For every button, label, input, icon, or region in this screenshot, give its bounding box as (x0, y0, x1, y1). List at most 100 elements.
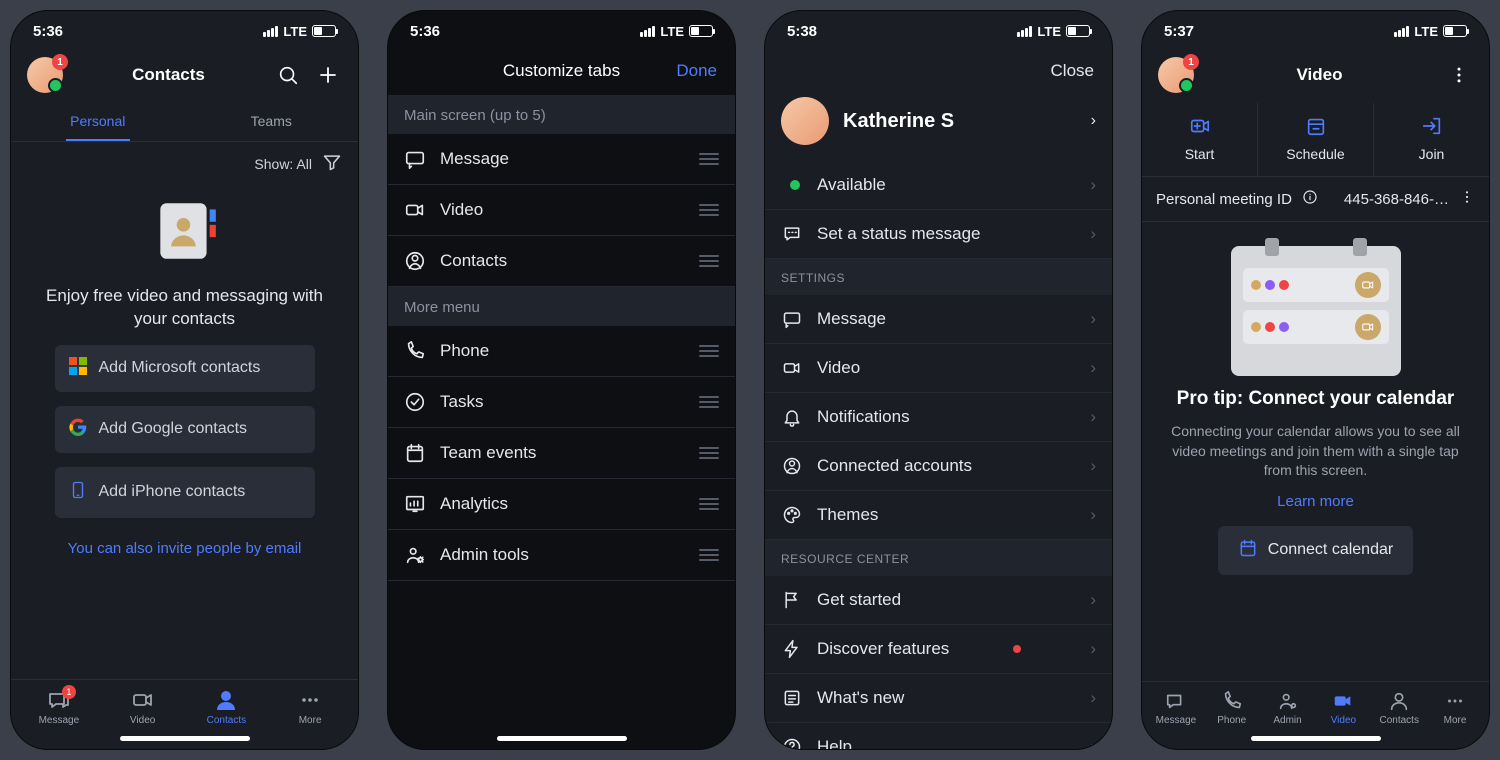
add-microsoft-button[interactable]: Add Microsoft contacts (55, 345, 315, 392)
contacts-illustration (145, 191, 225, 271)
tab-personal[interactable]: Personal (11, 103, 185, 141)
nav-badge: 1 (62, 685, 76, 699)
tab-item-contacts[interactable]: Contacts (388, 236, 735, 287)
clock: 5:36 (33, 23, 63, 40)
close-button[interactable]: Close (1051, 61, 1094, 81)
invite-email-link[interactable]: You can also invite people by email (68, 540, 302, 557)
more-icon[interactable] (1445, 61, 1473, 89)
nav-contacts[interactable]: Contacts (1374, 690, 1424, 726)
resource-discover-features[interactable]: Discover features› (765, 625, 1112, 674)
status-available-row[interactable]: Available › (765, 161, 1112, 210)
resource-help[interactable]: Help› (765, 723, 1112, 749)
chevron-right-icon: › (1090, 505, 1096, 525)
tab-item-team-events[interactable]: Team events (388, 428, 735, 479)
lightning-icon (781, 639, 803, 659)
nav-message[interactable]: Message (1151, 690, 1201, 726)
message-icon (781, 309, 803, 329)
status-bar: 5:37 LTE (1142, 11, 1489, 47)
empty-message: Enjoy free video and messaging with your… (33, 285, 336, 331)
tab-item-tasks[interactable]: Tasks (388, 377, 735, 428)
settings-message[interactable]: Message› (765, 295, 1112, 344)
sheet-title: Customize tabs (456, 61, 667, 81)
action-grid: Start Schedule Join (1142, 103, 1489, 177)
home-indicator[interactable] (497, 736, 627, 741)
provider-label: Add iPhone contacts (99, 483, 246, 501)
schedule-button[interactable]: Schedule (1258, 103, 1374, 176)
profile-row[interactable]: Katherine S › (765, 85, 1112, 161)
add-icon[interactable] (314, 61, 342, 89)
tab-item-analytics[interactable]: Analytics (388, 479, 735, 530)
drag-handle-icon[interactable] (699, 549, 719, 561)
network-label: LTE (1037, 24, 1061, 39)
meeting-label: Personal meeting ID (1156, 191, 1292, 208)
nav-admin[interactable]: Admin (1263, 690, 1313, 726)
network-label: LTE (660, 24, 684, 39)
user-name: Katherine S (843, 110, 1077, 133)
more-icon[interactable] (1459, 189, 1475, 209)
video-icon (781, 358, 803, 378)
drag-handle-icon[interactable] (699, 396, 719, 408)
status-dot-icon (790, 180, 800, 190)
settings-notifications[interactable]: Notifications› (765, 393, 1112, 442)
settings-connected-accounts[interactable]: Connected accounts› (765, 442, 1112, 491)
nav-more[interactable]: More (285, 688, 335, 726)
drag-handle-icon[interactable] (699, 255, 719, 267)
chevron-right-icon: › (1090, 737, 1096, 749)
info-icon[interactable] (1302, 189, 1318, 209)
learn-more-link[interactable]: Learn more (1277, 493, 1354, 510)
calendar-icon (1238, 538, 1258, 563)
home-indicator[interactable] (120, 736, 250, 741)
admin-icon (404, 544, 426, 566)
chevron-right-icon: › (1090, 309, 1096, 329)
search-icon[interactable] (274, 61, 302, 89)
tab-item-phone[interactable]: Phone (388, 326, 735, 377)
profile-avatar[interactable]: 1 (27, 57, 63, 93)
settings-themes[interactable]: Themes› (765, 491, 1112, 540)
nav-video[interactable]: Video (118, 688, 168, 726)
section-settings: SETTINGS (765, 259, 1112, 295)
resource-whats-new[interactable]: What's new› (765, 674, 1112, 723)
meeting-id: 445-368-846-… (1344, 191, 1449, 208)
help-icon (781, 737, 803, 749)
resource-get-started[interactable]: Get started› (765, 576, 1112, 625)
drag-handle-icon[interactable] (699, 345, 719, 357)
tab-item-message[interactable]: Message (388, 134, 735, 185)
nav-video[interactable]: Video (1318, 690, 1368, 726)
tab-item-admin-tools[interactable]: Admin tools (388, 530, 735, 581)
drag-handle-icon[interactable] (699, 204, 719, 216)
nav-contacts[interactable]: Contacts (201, 688, 251, 726)
bottom-nav: 1 Message Video Contacts More (11, 679, 358, 730)
chevron-right-icon: › (1090, 358, 1096, 378)
done-button[interactable]: Done (667, 61, 717, 81)
start-button[interactable]: Start (1142, 103, 1258, 176)
tab-item-video[interactable]: Video (388, 185, 735, 236)
status-message-row[interactable]: Set a status message › (765, 210, 1112, 259)
tab-teams[interactable]: Teams (185, 103, 359, 141)
drag-handle-icon[interactable] (699, 447, 719, 459)
tabs: Personal Teams (11, 103, 358, 142)
profile-avatar[interactable]: 1 (1158, 57, 1194, 93)
join-button[interactable]: Join (1374, 103, 1489, 176)
clock: 5:38 (787, 23, 817, 40)
nav-more[interactable]: More (1430, 690, 1480, 726)
battery-icon (689, 25, 713, 37)
drag-handle-icon[interactable] (699, 153, 719, 165)
settings-video[interactable]: Video› (765, 344, 1112, 393)
status-indicators: LTE (1017, 24, 1090, 39)
palette-icon (781, 505, 803, 525)
nav-message[interactable]: 1 Message (34, 688, 84, 726)
microsoft-icon (69, 357, 87, 380)
chevron-right-icon: › (1090, 639, 1096, 659)
signal-icon (263, 26, 278, 37)
filter-icon[interactable] (322, 152, 342, 175)
drag-handle-icon[interactable] (699, 498, 719, 510)
home-indicator[interactable] (1251, 736, 1381, 741)
battery-icon (1066, 25, 1090, 37)
add-iphone-button[interactable]: Add iPhone contacts (55, 467, 315, 518)
personal-meeting-row[interactable]: Personal meeting ID 445-368-846-… (1142, 177, 1489, 222)
avatar-badge: 1 (52, 54, 68, 70)
add-google-button[interactable]: Add Google contacts (55, 406, 315, 453)
nav-phone[interactable]: Phone (1207, 690, 1257, 726)
connect-calendar-button[interactable]: Connect calendar (1218, 526, 1413, 575)
page-title: Contacts (75, 65, 262, 85)
